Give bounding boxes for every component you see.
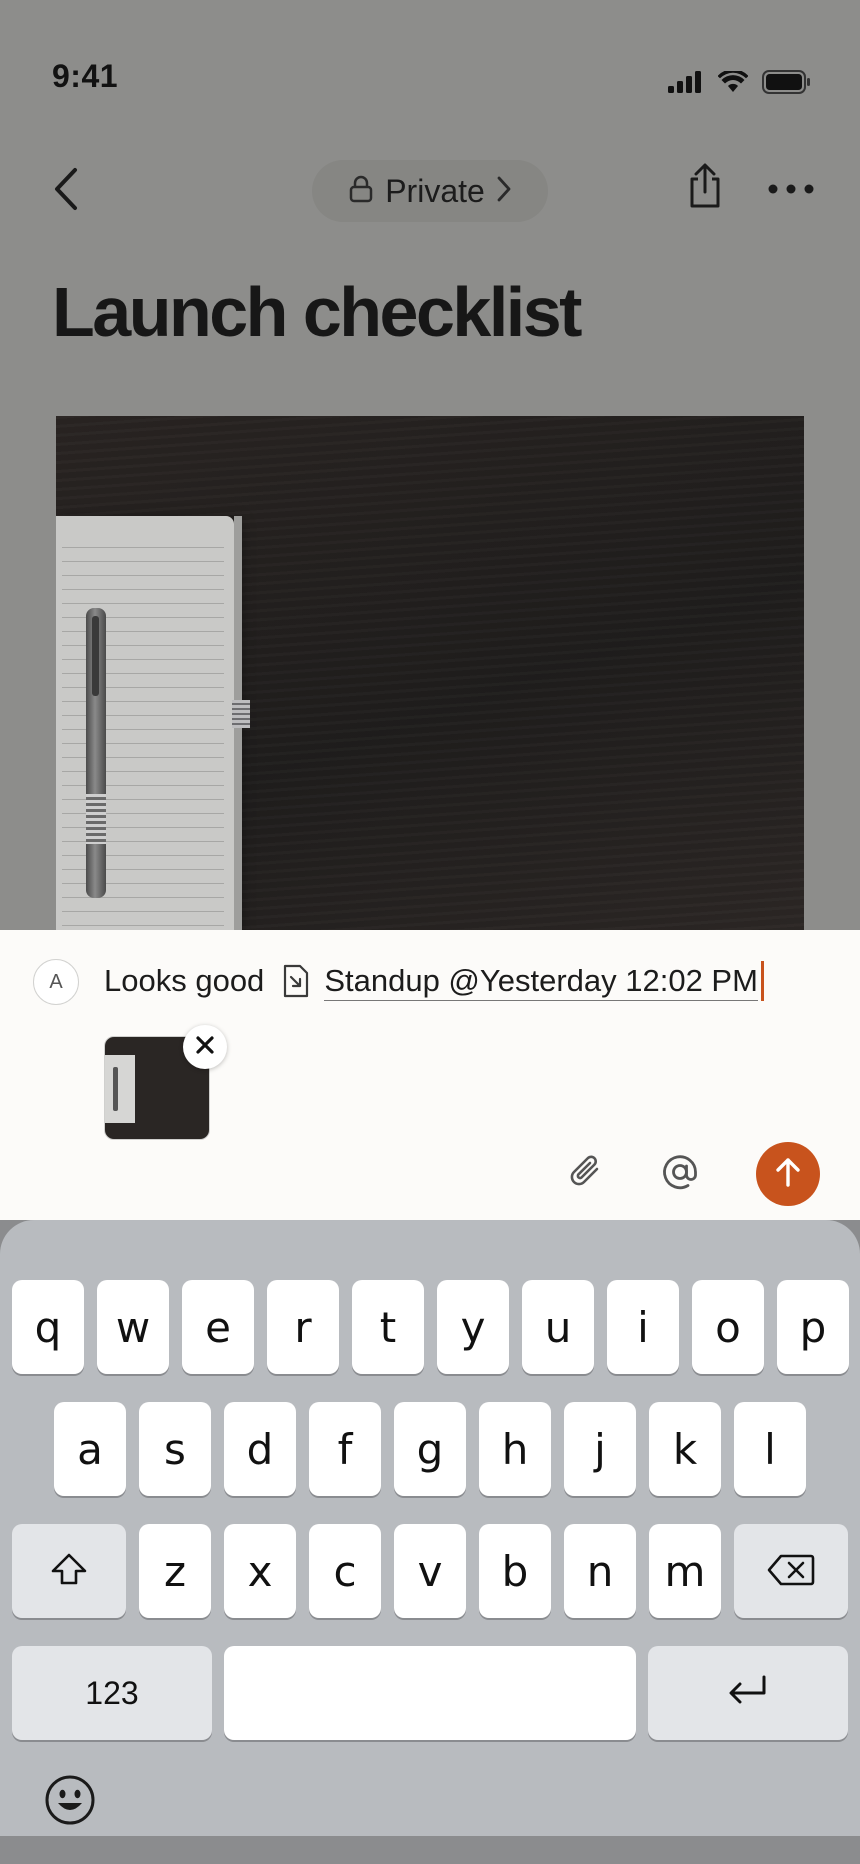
remove-attachment-button[interactable] <box>183 1025 227 1069</box>
key-s[interactable]: s <box>139 1402 211 1496</box>
avatar: A <box>33 959 79 1005</box>
key-o[interactable]: o <box>692 1280 764 1374</box>
key-h[interactable]: h <box>479 1402 551 1496</box>
backspace-icon <box>767 1547 815 1596</box>
emoji-button[interactable] <box>42 1774 98 1830</box>
cellular-signal-icon <box>668 71 704 98</box>
cover-notebook <box>56 516 242 936</box>
attach-file-button[interactable] <box>566 1152 606 1196</box>
status-icons <box>668 69 812 99</box>
key-q[interactable]: q <box>12 1280 84 1374</box>
key-d[interactable]: d <box>224 1402 296 1496</box>
text-cursor <box>760 961 764 1001</box>
privacy-button[interactable]: Private <box>312 160 548 222</box>
status-time: 9:41 <box>52 58 119 94</box>
key-j[interactable]: j <box>564 1402 636 1496</box>
cover-image <box>56 416 804 936</box>
comment-composer: A Looks good Standup @Yesterday 12:02 PM <box>0 930 860 1220</box>
comment-text: Looks good <box>104 963 265 998</box>
key-b[interactable]: b <box>479 1524 551 1618</box>
key-y[interactable]: y <box>437 1280 509 1374</box>
paperclip-icon <box>569 1153 603 1196</box>
shift-icon <box>50 1547 88 1596</box>
cover-notebook-elastic <box>232 700 250 728</box>
key-r[interactable]: r <box>267 1280 339 1374</box>
emoji-icon <box>44 1774 96 1831</box>
key-f[interactable]: f <box>309 1402 381 1496</box>
cover-pen <box>86 608 106 898</box>
lock-icon <box>349 175 373 208</box>
key-a[interactable]: a <box>54 1402 126 1496</box>
return-icon <box>726 1669 770 1718</box>
key-l[interactable]: l <box>734 1402 806 1496</box>
return-key[interactable] <box>648 1646 848 1740</box>
key-n[interactable]: n <box>564 1524 636 1618</box>
space-key[interactable] <box>224 1646 636 1740</box>
home-indicator-area <box>0 1836 860 1864</box>
avatar-initial: A <box>49 970 63 993</box>
close-icon <box>195 1035 215 1060</box>
page-mention[interactable]: Standup @Yesterday 12:02 PM <box>324 962 758 1001</box>
key-c[interactable]: c <box>309 1524 381 1618</box>
numbers-key[interactable]: 123 <box>12 1646 212 1740</box>
page-title: Launch checklist <box>52 273 582 351</box>
mention-button[interactable] <box>658 1152 702 1196</box>
battery-icon <box>762 70 812 99</box>
key-w[interactable]: w <box>97 1280 169 1374</box>
key-x[interactable]: x <box>224 1524 296 1618</box>
key-z[interactable]: z <box>139 1524 211 1618</box>
arrow-up-icon <box>775 1157 801 1192</box>
keyboard: q w e r t y u i o p a s d f g h j k l z … <box>0 1220 860 1864</box>
status-bar: 9:41 <box>0 0 860 150</box>
at-sign-icon <box>660 1152 700 1197</box>
privacy-label: Private <box>385 172 485 209</box>
keyboard-panel: q w e r t y u i o p a s d f g h j k l z … <box>0 1220 860 1836</box>
comment-input[interactable]: Looks good Standup @Yesterday 12:02 PM <box>104 956 764 1006</box>
chevron-left-icon <box>53 167 79 216</box>
navigation-bar: Private <box>0 160 860 222</box>
share-icon <box>686 163 724 214</box>
key-m[interactable]: m <box>649 1524 721 1618</box>
shift-key[interactable] <box>12 1524 126 1618</box>
key-k[interactable]: k <box>649 1402 721 1496</box>
page-link-icon <box>282 963 310 999</box>
share-button[interactable] <box>680 160 730 216</box>
back-button[interactable] <box>44 164 88 218</box>
page-background: 9:41 Private Launch checklist <box>0 0 860 936</box>
delete-key[interactable] <box>734 1524 848 1618</box>
more-options-button[interactable] <box>764 166 818 214</box>
key-u[interactable]: u <box>522 1280 594 1374</box>
key-v[interactable]: v <box>394 1524 466 1618</box>
more-horizontal-icon <box>768 181 814 199</box>
key-i[interactable]: i <box>607 1280 679 1374</box>
key-p[interactable]: p <box>777 1280 849 1374</box>
wifi-icon <box>717 69 749 98</box>
send-button[interactable] <box>756 1142 820 1206</box>
key-t[interactable]: t <box>352 1280 424 1374</box>
chevron-right-icon <box>497 176 511 207</box>
key-e[interactable]: e <box>182 1280 254 1374</box>
key-g[interactable]: g <box>394 1402 466 1496</box>
